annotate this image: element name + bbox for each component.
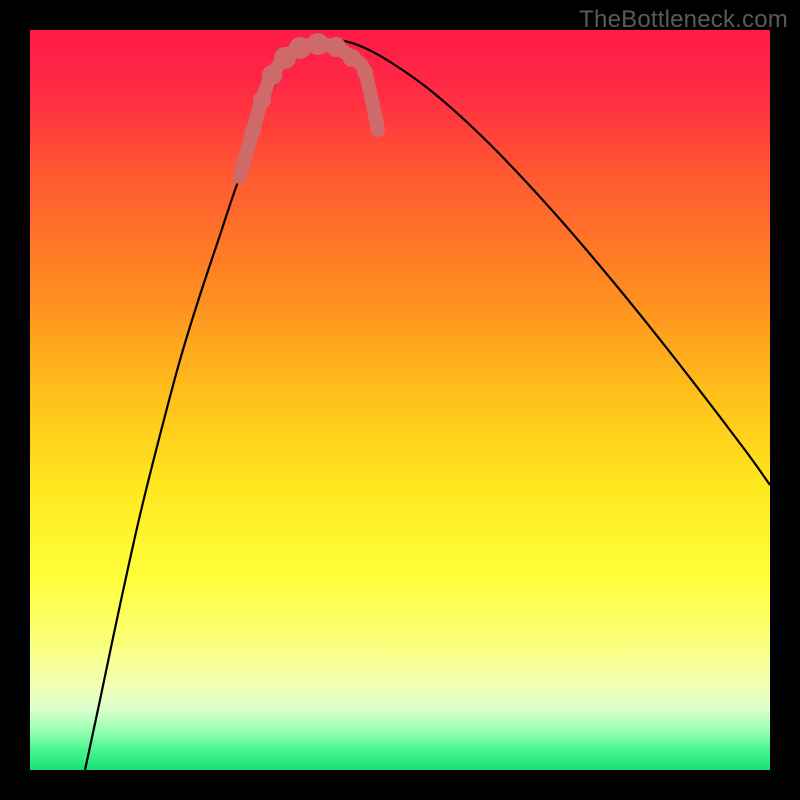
marker-dot	[245, 122, 261, 138]
marker-dot	[307, 33, 329, 55]
marker-dot	[233, 170, 247, 184]
plot-area	[30, 30, 770, 770]
highlight-markers	[233, 33, 385, 184]
marker-dot	[357, 64, 373, 80]
marker-dot	[253, 91, 271, 109]
marker-dot	[371, 123, 385, 137]
outer-frame: TheBottleneck.com	[0, 0, 800, 800]
marker-dot	[343, 49, 361, 67]
marker-dot	[326, 37, 346, 57]
bottleneck-curve	[85, 39, 770, 770]
chart-svg	[30, 30, 770, 770]
watermark-text: TheBottleneck.com	[579, 6, 788, 34]
marker-dot	[262, 65, 282, 85]
